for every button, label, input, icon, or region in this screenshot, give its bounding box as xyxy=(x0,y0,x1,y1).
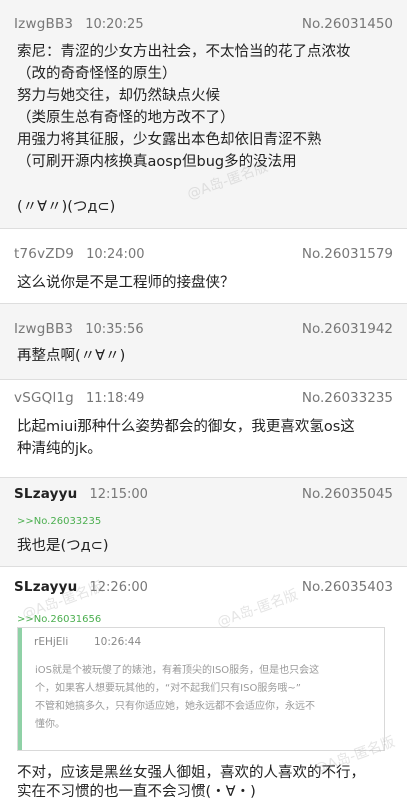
post: SLzayyu 12:26:00 No.26035403 >>No.260316… xyxy=(0,567,407,800)
quoted-poster-id: rEHjEli xyxy=(34,636,69,648)
post-number[interactable]: No.26035045 xyxy=(302,486,393,502)
post-header: IzwgBB3 10:35:56 No.26031942 xyxy=(14,318,393,340)
reply-reference-link[interactable]: >>No.26033235 xyxy=(17,516,101,527)
reply-reference-link[interactable]: >>No.26031656 xyxy=(17,614,101,625)
poster-id[interactable]: SLzayyu xyxy=(14,486,78,502)
post-time: 12:26:00 xyxy=(89,579,148,595)
post-text-line: 种清纯的jk。 xyxy=(17,441,102,457)
post-number[interactable]: No.26031579 xyxy=(302,246,393,262)
post-number[interactable]: No.26033235 xyxy=(302,390,393,406)
quoted-text-line: 不管和她搞多久，只有你适应她，她永远都不会适应你，永远不 xyxy=(35,701,315,712)
post-header: t76vZD9 10:24:00 No.26031579 xyxy=(14,243,393,265)
poster-id[interactable]: t76vZD9 xyxy=(14,246,74,262)
post-text-line: （可刷开源内核换真aosp但bug多的没法用 xyxy=(17,154,297,170)
post-header: IzwgBB3 10:20:25 No.26031450 xyxy=(14,13,393,35)
post-number[interactable]: No.26031942 xyxy=(302,321,393,337)
post: t76vZD9 10:24:00 No.26031579 这么说你是不是工程师的… xyxy=(0,229,407,303)
quoted-text-line: 懂你。 xyxy=(35,719,65,730)
poster-id[interactable]: IzwgBB3 xyxy=(14,321,73,337)
quoted-post-time: 10:26:44 xyxy=(94,636,142,648)
quote-accent-bar xyxy=(18,628,22,750)
post-time: 10:20:25 xyxy=(85,16,144,32)
post: vSGQl1g 11:18:49 No.26033235 比起miui那种什么姿… xyxy=(0,380,407,477)
post-text-line: 我也是(つд⊂) xyxy=(17,538,109,554)
post-time: 11:18:49 xyxy=(85,390,145,406)
post-text-line: 努力与她交往，却仍然缺点火候 xyxy=(17,88,220,104)
post-text-line: 用强力将其征服，少女露出本色却依旧青涩不熟 xyxy=(17,132,322,148)
quoted-text-line: iOS就是个被玩傻了的婊池，有着顶尖的ISO服务，但是也只会这 xyxy=(35,665,320,676)
post-text-line: 实在不习惯的也一直不会习惯(・∀・) xyxy=(17,784,256,800)
post-text-line: 这么说你是不是工程师的接盘侠？ xyxy=(17,275,235,291)
quoted-post[interactable]: rEHjEli 10:26:44 iOS就是个被玩傻了的婊池，有着顶尖的ISO服… xyxy=(17,627,385,751)
post-time: 10:35:56 xyxy=(85,321,144,337)
quoted-text-line: 个，如果客人想要玩其他的，“对不起我们只有ISO服务哦~” xyxy=(35,683,301,694)
post-header: vSGQl1g 11:18:49 No.26033235 xyxy=(14,387,393,409)
post: IzwgBB3 10:35:56 No.26031942 再整点啊(〃∀〃) xyxy=(0,304,407,379)
post-text-line: (〃∀〃)(つд⊂) xyxy=(17,199,116,215)
poster-id[interactable]: vSGQl1g xyxy=(14,390,74,406)
post-text-line: 不对，应该是黑丝女强人御姐，喜欢的人喜欢的不行， xyxy=(17,765,365,781)
post: IzwgBB3 10:20:25 No.26031450 索尼：青涩的少女方出社… xyxy=(0,0,407,228)
post-number[interactable]: No.26035403 xyxy=(302,579,393,595)
post-text-line: 再整点啊(〃∀〃) xyxy=(17,348,126,364)
poster-id[interactable]: SLzayyu xyxy=(14,579,78,595)
post-text-line: （改的奇奇怪怪的原生） xyxy=(17,66,177,82)
post-text-line: 索尼：青涩的少女方出社会，不太恰当的花了点浓妆 xyxy=(17,44,351,60)
post-text-line: 比起miui那种什么姿势都会的御女，我更喜欢氢os这 xyxy=(17,419,355,435)
post-header: SLzayyu 12:26:00 No.26035403 xyxy=(14,576,393,598)
post-time: 10:24:00 xyxy=(86,246,145,262)
post: SLzayyu 12:15:00 No.26035045 >>No.260332… xyxy=(0,478,407,566)
post-header: SLzayyu 12:15:00 No.26035045 xyxy=(14,483,393,505)
post-text-line: （类原生总有奇怪的地方改不了） xyxy=(17,110,235,126)
post-number[interactable]: No.26031450 xyxy=(302,16,393,32)
poster-id[interactable]: IzwgBB3 xyxy=(14,16,73,32)
post-time: 12:15:00 xyxy=(89,486,148,502)
